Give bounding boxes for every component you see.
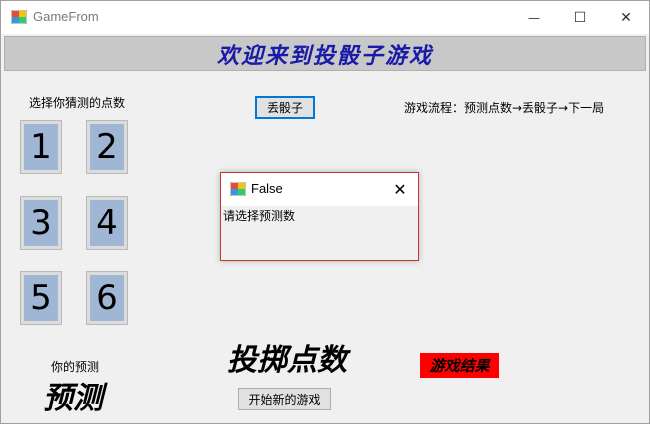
window-title: GameFrom [33,9,99,24]
dialog-title: False [251,181,283,196]
title-bar[interactable]: GameFrom — ☐ ✕ [1,1,649,34]
game-result-label: 游戏结果 [420,353,499,378]
number-button-2[interactable]: 2 [86,120,128,174]
number-label: 5 [30,278,52,318]
new-game-button[interactable]: 开始新的游戏 [238,388,331,410]
number-label: 1 [30,127,52,167]
welcome-banner: 欢迎来到投骰子游戏 [4,36,646,71]
dialog-title-bar[interactable]: False ✕ [221,173,418,206]
maximize-icon: ☐ [573,9,587,26]
number-button-6[interactable]: 6 [86,271,128,325]
number-label: 6 [96,278,118,318]
dialog-close-button[interactable]: ✕ [390,179,410,199]
number-label: 3 [30,203,52,243]
close-icon: ✕ [393,179,407,199]
message-dialog: False ✕ 请选择预测数 [220,172,419,261]
dice-points-display: 投掷点数 [227,343,347,378]
dialog-app-icon [230,182,246,196]
game-flow-label: 游戏流程：预测点数→丢骰子→下一局 [404,101,605,115]
maximize-button[interactable]: ☐ [557,1,603,34]
dialog-message: 请选择预测数 [223,209,296,223]
minimize-button[interactable]: — [511,1,557,34]
minimize-icon: — [528,10,540,25]
number-button-5[interactable]: 5 [20,271,62,325]
prediction-value: 预测 [43,381,103,416]
app-icon [11,10,27,24]
app-window: GameFrom — ☐ ✕ 欢迎来到投骰子游戏 选择你猜测的点数 1 2 3 … [0,0,650,424]
number-button-3[interactable]: 3 [20,196,62,250]
predict-prompt-label: 选择你猜测的点数 [29,96,126,110]
number-button-4[interactable]: 4 [86,196,128,250]
number-label: 4 [96,203,118,243]
number-button-1[interactable]: 1 [20,120,62,174]
number-label: 2 [96,127,118,167]
banner-text: 欢迎来到投骰子游戏 [216,42,433,69]
close-icon: ✕ [620,9,632,26]
close-button[interactable]: ✕ [603,1,649,34]
roll-dice-button[interactable]: 丢骰子 [255,96,315,119]
